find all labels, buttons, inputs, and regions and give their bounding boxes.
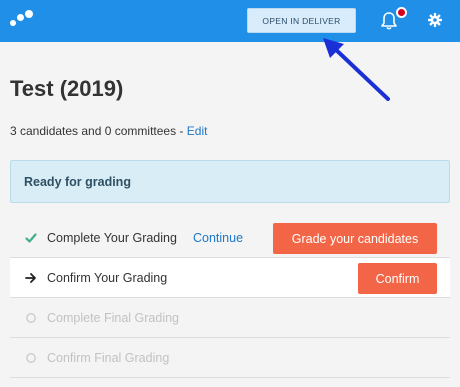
step-label: Complete Final Grading <box>47 310 180 325</box>
status-label: Ready for grading <box>24 174 131 189</box>
open-in-deliver-button[interactable]: OPEN IN DELIVER <box>247 8 356 33</box>
step-confirm-your-grading: Confirm Your Grading Confirm <box>10 258 450 298</box>
circle-icon <box>26 313 36 323</box>
continue-link[interactable]: Continue <box>193 231 243 245</box>
annotation-arrow-icon <box>323 38 390 101</box>
step-label: Confirm Final Grading <box>47 350 170 365</box>
circle-icon <box>26 353 36 363</box>
arrow-right-icon <box>25 273 36 283</box>
notification-badge <box>396 7 407 18</box>
edit-link[interactable]: Edit <box>187 124 208 138</box>
confirm-button[interactable]: Confirm <box>358 263 437 294</box>
page-title: Test (2019) <box>10 76 124 101</box>
summary-line: 3 candidates and 0 committees - Edit <box>10 124 207 138</box>
status-banner: Ready for grading <box>10 160 450 203</box>
gear-icon[interactable] <box>428 13 442 27</box>
summary-text: 3 candidates and 0 committees - <box>10 124 187 138</box>
step-label: Complete Your Grading <box>47 230 177 245</box>
step-complete-your-grading: Complete Your Grading Continue Grade you… <box>10 218 450 258</box>
step-complete-final-grading: Complete Final Grading <box>10 298 450 338</box>
logo-icon[interactable] <box>10 10 34 30</box>
check-icon <box>25 233 37 243</box>
grading-steps: Complete Your Grading Continue Grade you… <box>10 218 450 378</box>
grade-candidates-button[interactable]: Grade your candidates <box>273 223 437 254</box>
step-confirm-final-grading: Confirm Final Grading <box>10 338 450 378</box>
step-label: Confirm Your Grading <box>47 270 168 285</box>
